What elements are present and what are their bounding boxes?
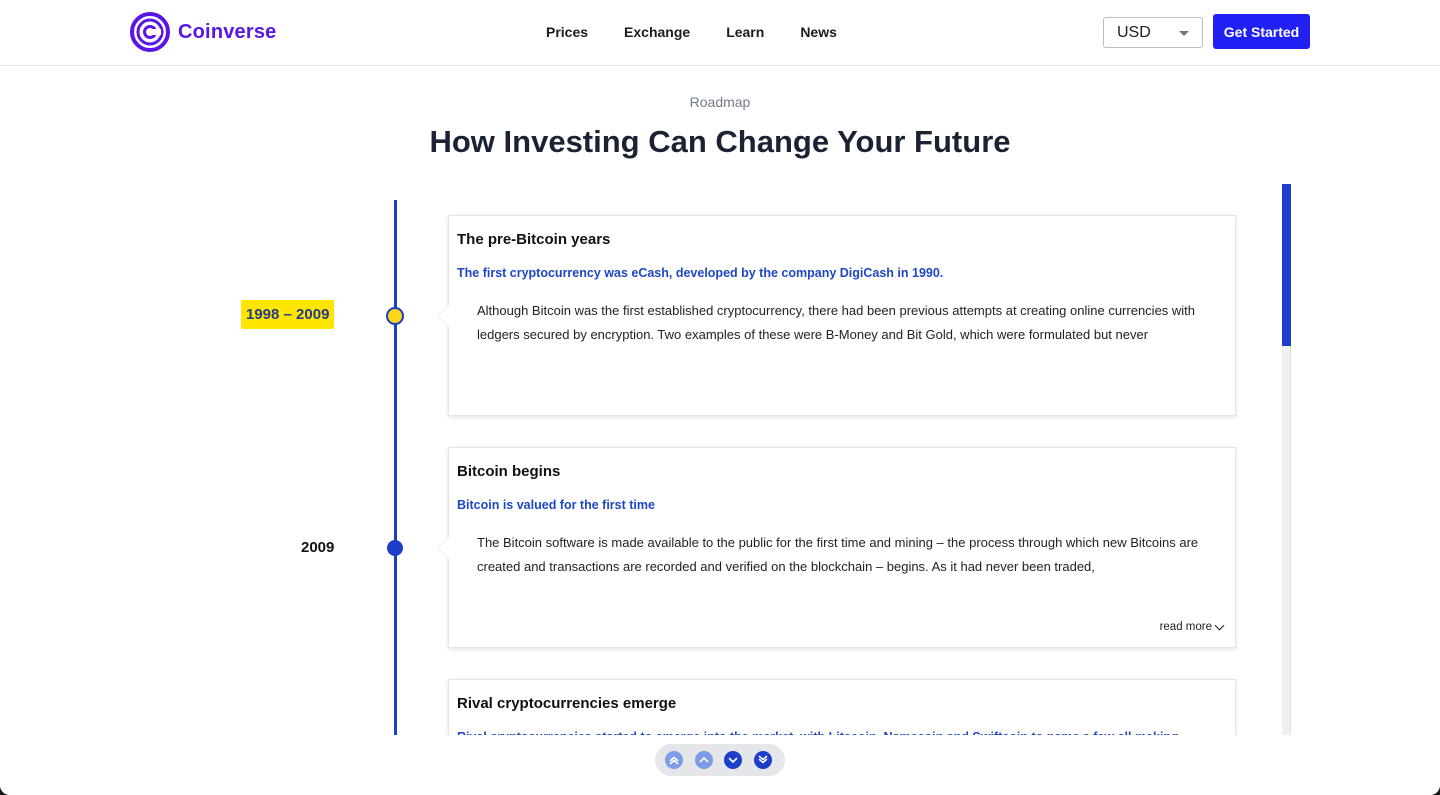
brand-logo[interactable]: Coinverse [130, 12, 277, 52]
timeline-marker[interactable] [387, 540, 403, 556]
timeline-line [393, 200, 397, 735]
nav-exchange[interactable]: Exchange [624, 24, 690, 40]
page: Coinverse Prices Exchange Learn News USD… [0, 0, 1440, 795]
timeline-date-active[interactable]: 1998 – 2009 [241, 300, 335, 329]
card-title: Rival cryptocurrencies emerge [457, 695, 677, 712]
double-chevron-down-icon[interactable] [754, 751, 772, 769]
read-more-label: read more [1159, 621, 1212, 633]
card-title: Bitcoin begins [457, 463, 561, 480]
read-more-link[interactable]: read more [1159, 620, 1225, 633]
coinverse-logo-icon [130, 12, 170, 52]
currency-select[interactable]: USD [1103, 17, 1203, 48]
chevron-down-icon [1214, 620, 1225, 630]
card-subtitle: Bitcoin is valued for the first time [457, 498, 655, 512]
caret-down-icon [1179, 31, 1189, 36]
timeline-card: The pre-Bitcoin years The first cryptocu… [437, 215, 1236, 416]
section-eyebrow: Roadmap [689, 94, 751, 110]
card-body: The Bitcoin software is made available t… [477, 535, 1199, 574]
nav-prices[interactable]: Prices [546, 24, 588, 40]
section-title: How Investing Can Change Your Future [429, 124, 1011, 159]
timeline-navigator [655, 744, 785, 776]
get-started-button[interactable]: Get Started [1213, 14, 1310, 49]
card-title: The pre-Bitcoin years [457, 231, 611, 248]
card-subtitle: The first cryptocurrency was eCash, deve… [457, 266, 944, 280]
timeline-date[interactable]: 2009 [301, 539, 334, 556]
chevron-down-icon[interactable] [724, 751, 742, 769]
currency-value: USD [1117, 23, 1151, 41]
card-pointer [437, 536, 449, 560]
main-nav: Prices Exchange Learn News [546, 24, 873, 40]
double-chevron-up-icon[interactable] [665, 751, 683, 769]
nav-learn[interactable]: Learn [726, 24, 764, 40]
card-pointer [437, 304, 449, 328]
timeline-scrollbar-thumb[interactable] [1282, 184, 1291, 346]
timeline-marker-active[interactable] [386, 307, 404, 325]
brand-name: Coinverse [178, 20, 277, 43]
card-body: Although Bitcoin was the first establish… [477, 303, 1196, 342]
nav-news[interactable]: News [800, 24, 837, 40]
chevron-up-icon[interactable] [695, 751, 713, 769]
timeline-card: Bitcoin begins Bitcoin is valued for the… [437, 447, 1236, 648]
top-header: Coinverse Prices Exchange Learn News USD… [0, 0, 1440, 66]
